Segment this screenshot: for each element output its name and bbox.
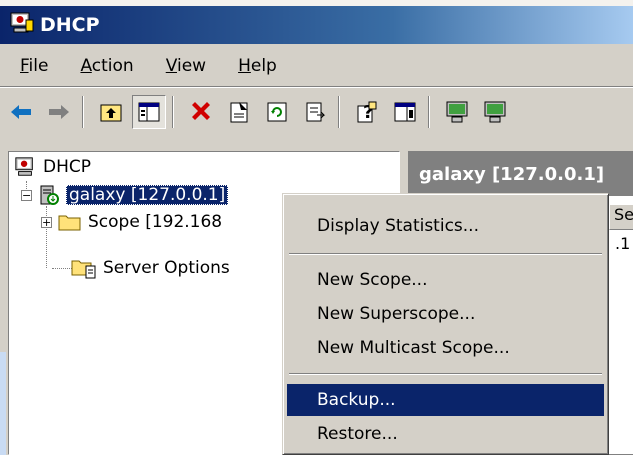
menu-view[interactable]: View [154,52,218,80]
dhcp-app-icon [8,11,34,40]
tree-item-dhcp[interactable]: DHCP [13,154,91,180]
server-monitor-2-icon [484,101,506,123]
properties-icon [230,102,248,123]
export-list-icon [306,102,326,122]
context-menu: Display Statistics... New Scope... New S… [282,193,609,455]
server-button-2[interactable] [478,95,512,129]
list-cell: .1 [615,234,631,253]
tree-item-scope[interactable]: + Scope [192.168 [41,209,222,235]
tree-item-label: Scope [192.168 [88,212,223,232]
background-window-edge [0,352,6,455]
toolbar-separator [338,96,340,128]
tree-item-label: DHCP [43,157,91,177]
show-hide-tree-button[interactable] [132,95,166,129]
back-arrow-icon [11,105,31,119]
window-title: DHCP [40,14,100,36]
menu-item-backup[interactable]: Backup... [287,384,604,416]
tree-item-server-options[interactable]: Server Options [71,255,230,281]
forward-button[interactable] [42,95,76,129]
delete-icon [192,102,210,120]
expand-icon[interactable]: + [41,216,52,228]
collapse-icon[interactable]: − [21,189,32,201]
dhcp-icon [15,157,33,176]
column-header[interactable]: Se [609,204,633,230]
menu-item-restore[interactable]: Restore... [287,418,604,450]
menu-item-new-multicast-scope[interactable]: New Multicast Scope... [287,332,604,364]
up-one-level-button[interactable] [94,95,128,129]
delete-button[interactable] [184,95,218,129]
show-hide-tree-icon [138,102,160,122]
help-button[interactable]: ? [350,95,384,129]
menu-separator [289,253,602,255]
menu-item-new-scope[interactable]: New Scope... [287,264,604,296]
toolbar-separator [172,96,174,128]
tree-item-label: Server Options [103,258,230,278]
folder-options-icon [71,260,96,279]
export-list-button[interactable] [298,95,332,129]
menu-help[interactable]: Help [226,52,289,80]
up-folder-icon [100,104,122,122]
menu-item-new-superscope[interactable]: New Superscope... [287,298,604,330]
folder-icon [58,215,81,231]
menu-separator [289,373,602,375]
refresh-button[interactable] [260,95,294,129]
menu-file[interactable]: File [8,52,60,80]
details-header: galaxy [127.0.0.1] [409,152,633,196]
properties-button[interactable] [222,95,256,129]
console-icon [394,102,416,122]
toolbar-separator [428,96,430,128]
refresh-icon [267,102,287,122]
tree-item-label: galaxy [127.0.0.1] [66,185,229,205]
tree-line [52,268,72,269]
back-button[interactable] [4,95,38,129]
menu-action[interactable]: Action [68,52,145,80]
console-button[interactable] [388,95,422,129]
server-monitor-icon [446,101,468,123]
title-bar[interactable]: DHCP [0,6,633,44]
tree-item-server[interactable]: − galaxy [127.0.0.1] [21,182,229,208]
toolbar: ? [0,88,633,136]
toolbar-separator [82,96,84,128]
menu-bar: File Action View Help [0,46,633,87]
menu-item-display-statistics[interactable]: Display Statistics... [287,210,604,242]
forward-arrow-icon [49,105,69,119]
server-button[interactable] [440,95,474,129]
help-icon: ? [357,101,377,123]
server-icon [40,185,59,205]
